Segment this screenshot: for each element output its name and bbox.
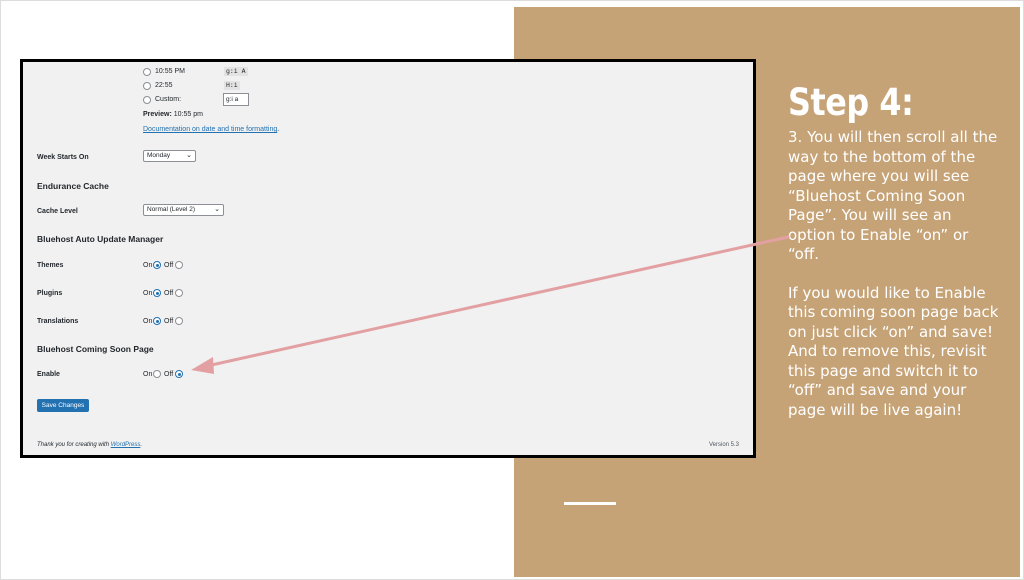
footer-prefix: Thank you for creating with [37, 442, 111, 448]
time-format-label-1: 10:55 PM [155, 68, 185, 75]
themes-label: Themes [37, 262, 64, 269]
version-text: Version 5.3 [709, 442, 740, 448]
time-format-radio-1[interactable] [143, 68, 151, 76]
step-paragraph-2: If you would like to Enable this coming … [788, 283, 999, 419]
time-format-code-2: H:i [224, 81, 240, 90]
themes-off-label: Off [164, 262, 174, 269]
wordpress-link[interactable]: WordPress [111, 442, 141, 448]
week-starts-select[interactable]: Monday ⌄ [143, 150, 196, 162]
step-paragraph-1: 3. You will then scroll all the way to t… [788, 128, 998, 263]
cache-level-value: Normal (Level 2) [147, 206, 196, 213]
themes-on-radio[interactable] [153, 261, 161, 269]
plugins-on-radio[interactable] [153, 289, 161, 297]
time-format-label-2: 22:55 [155, 82, 173, 89]
time-format-radio-2[interactable] [143, 82, 151, 90]
save-changes-button[interactable]: Save Changes [37, 399, 89, 412]
translations-label: Translations [37, 318, 79, 325]
plugins-off-radio[interactable] [175, 289, 183, 297]
plugins-off-label: Off [164, 290, 174, 297]
time-format-radio-custom[interactable] [143, 96, 151, 104]
translations-on-radio[interactable] [153, 317, 161, 325]
translations-off-radio[interactable] [175, 317, 183, 325]
themes-off-radio[interactable] [175, 261, 183, 269]
slide: Step 4: 3. You will then scroll all the … [0, 0, 1024, 580]
doc-link[interactable]: Documentation on date and time formattin… [143, 126, 277, 133]
doc-link-row: Documentation on date and time formattin… [143, 126, 279, 133]
week-starts-value: Monday [147, 152, 171, 159]
step-title: Step 4: [788, 81, 914, 124]
cache-level-label: Cache Level [37, 208, 78, 215]
week-starts-label: Week Starts On [37, 154, 89, 161]
themes-on-label: On [143, 262, 153, 269]
auto-update-heading: Bluehost Auto Update Manager [37, 234, 164, 244]
enable-off-radio[interactable] [175, 370, 183, 378]
settings-screenshot: 10:55 PM g:i A 22:55 H:i Custom: g:i a P… [20, 59, 756, 458]
preview-row: Preview: 10:55 pm [143, 111, 203, 118]
preview-value: 10:55 pm [173, 111, 203, 118]
footer-suffix: . [140, 442, 143, 448]
custom-time-format-input[interactable]: g:i a [223, 93, 249, 106]
translations-off-label: Off [164, 318, 174, 325]
chevron-down-icon: ⌄ [186, 152, 192, 159]
decorative-line [564, 502, 616, 505]
time-format-code-1: g:i A [224, 67, 248, 76]
preview-label: Preview: [143, 111, 172, 118]
coming-soon-heading: Bluehost Coming Soon Page [37, 344, 154, 354]
plugins-on-label: On [143, 290, 153, 297]
doc-link-suffix: . [277, 126, 280, 133]
footer-text: Thank you for creating with WordPress. [37, 442, 142, 448]
translations-on-label: On [143, 318, 153, 325]
enable-on-radio[interactable] [153, 370, 161, 378]
chevron-down-icon: ⌄ [214, 206, 220, 213]
step-description: 3. You will then scroll all the way to t… [788, 128, 1000, 420]
enable-label: Enable [37, 371, 60, 378]
cache-level-select[interactable]: Normal (Level 2) ⌄ [143, 204, 224, 216]
time-format-label-custom: Custom: [155, 96, 182, 103]
enable-off-label: Off [164, 371, 174, 378]
plugins-label: Plugins [37, 290, 63, 297]
endurance-cache-heading: Endurance Cache [37, 181, 109, 191]
enable-on-label: On [143, 371, 153, 378]
